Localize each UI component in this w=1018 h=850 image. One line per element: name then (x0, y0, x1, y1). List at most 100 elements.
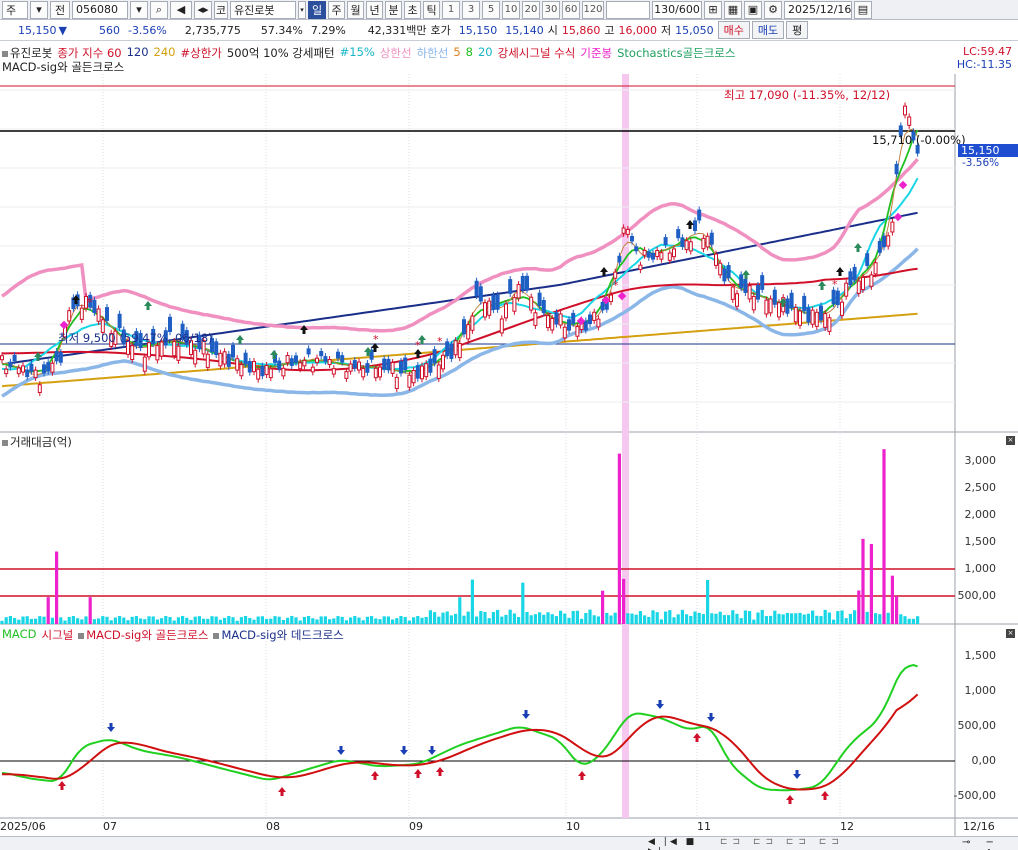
volume-bar (155, 619, 159, 624)
volume-bar (25, 616, 29, 624)
volume-bar (630, 613, 634, 624)
star-marker-icon: * (415, 339, 421, 352)
candle (453, 340, 458, 356)
candle (268, 368, 273, 379)
volume-bar (71, 616, 75, 624)
candle (730, 286, 735, 300)
candle (789, 292, 794, 308)
chart-window: 주 ▾ 전 056080 ▾ ⌕ ◀ ◂▸ 코 유진로봇 ▾ 일 주 월 년 분… (0, 0, 1018, 850)
candle (327, 359, 332, 366)
candle (718, 262, 723, 276)
candle (814, 311, 819, 327)
candle (684, 240, 689, 251)
last-price-tag: 15,150 (958, 144, 1018, 157)
candle (764, 299, 769, 315)
macd-tick: 1,000 (964, 684, 997, 697)
legend-macd-golden-cross[interactable]: MACD-sig와 골든크로스 (78, 627, 208, 643)
volume-bar (235, 620, 239, 624)
candle (697, 209, 702, 221)
candle (802, 295, 807, 312)
candle (630, 236, 634, 242)
volume-bar (403, 617, 407, 624)
golden-cross-arrow-icon (786, 795, 794, 804)
candle (67, 310, 72, 322)
volume-title[interactable]: 거래대금(억) (2, 434, 72, 450)
playback-controls[interactable]: ◀ |◀ ■ ▶| (648, 837, 708, 850)
star-marker-icon: * (437, 335, 443, 348)
lower-band-line (1, 247, 919, 398)
x-label: 09 (409, 820, 423, 833)
candle (688, 241, 693, 252)
macd-close-icon[interactable]: × (1006, 629, 1015, 638)
candle (142, 356, 147, 372)
volume-bar (336, 616, 340, 624)
candle (361, 368, 366, 378)
candle (701, 237, 706, 250)
volume-bar (806, 613, 810, 624)
volume-bar (252, 619, 256, 624)
candle (474, 280, 479, 296)
candle (352, 360, 357, 369)
candle (386, 358, 391, 371)
candle (79, 307, 84, 320)
candle (554, 312, 559, 325)
volume-bar (609, 615, 613, 624)
volume-bar (861, 538, 865, 624)
candle (344, 371, 349, 379)
candle (827, 317, 832, 332)
macd-tick: 0,00 (971, 754, 997, 767)
candle (499, 318, 504, 334)
volume-bar (790, 613, 794, 624)
candle (571, 312, 576, 324)
volume-bar (823, 609, 827, 624)
volume-bar (298, 620, 302, 624)
volume-bar (853, 610, 857, 624)
volume-bar (844, 618, 848, 624)
volume-bar (462, 615, 466, 624)
macd-tick: 500,00 (957, 719, 997, 732)
volume-bar (550, 614, 554, 624)
candle (340, 355, 345, 363)
legend-signal[interactable]: 시그널 (41, 627, 73, 643)
candle (310, 366, 315, 373)
zoom-buttons[interactable]: ⊸ − + A (962, 837, 1018, 850)
dead-cross-arrow-icon (793, 770, 801, 779)
candle (516, 284, 521, 299)
candle (676, 229, 681, 239)
volume-bar (349, 617, 353, 624)
dead-cross-arrow-icon (707, 713, 715, 722)
signal-up-arrow-icon (236, 335, 244, 344)
legend-macd-dead-cross[interactable]: MACD-sig와 데드크로스 (213, 627, 344, 643)
volume-bar (353, 615, 357, 624)
candle (613, 271, 618, 279)
candle (470, 315, 475, 331)
candle (512, 297, 517, 312)
chart-canvas[interactable]: * * * * * * (0, 0, 1018, 850)
volume-close-icon[interactable]: × (1006, 436, 1015, 445)
volume-bar (668, 610, 672, 624)
candle (550, 317, 555, 331)
zoom-controls[interactable]: ⊏⊐ ⊏⊐ ⊏⊐ ⊏⊐ (720, 837, 940, 850)
volume-bar (500, 616, 504, 624)
volume-bar (714, 613, 718, 624)
candle (407, 374, 412, 388)
volume-bar (164, 616, 168, 624)
candle (558, 313, 563, 326)
volume-bar (811, 610, 815, 624)
volume-bar (42, 616, 46, 624)
volume-bar (865, 611, 869, 624)
candle (848, 271, 853, 286)
legend-macd[interactable]: MACD (2, 627, 36, 643)
volume-bar (701, 614, 705, 624)
candle (525, 275, 529, 290)
candle (0, 355, 4, 361)
candle (856, 280, 861, 294)
signal-up-arrow-icon (818, 281, 826, 290)
volume-bar (542, 614, 546, 624)
volume-bar (479, 610, 483, 624)
x-end-label: 12/16 (963, 820, 995, 833)
volume-bar (55, 551, 59, 624)
volume-bar (281, 619, 285, 624)
volume-bar (239, 617, 243, 624)
volume-bar (525, 611, 529, 624)
